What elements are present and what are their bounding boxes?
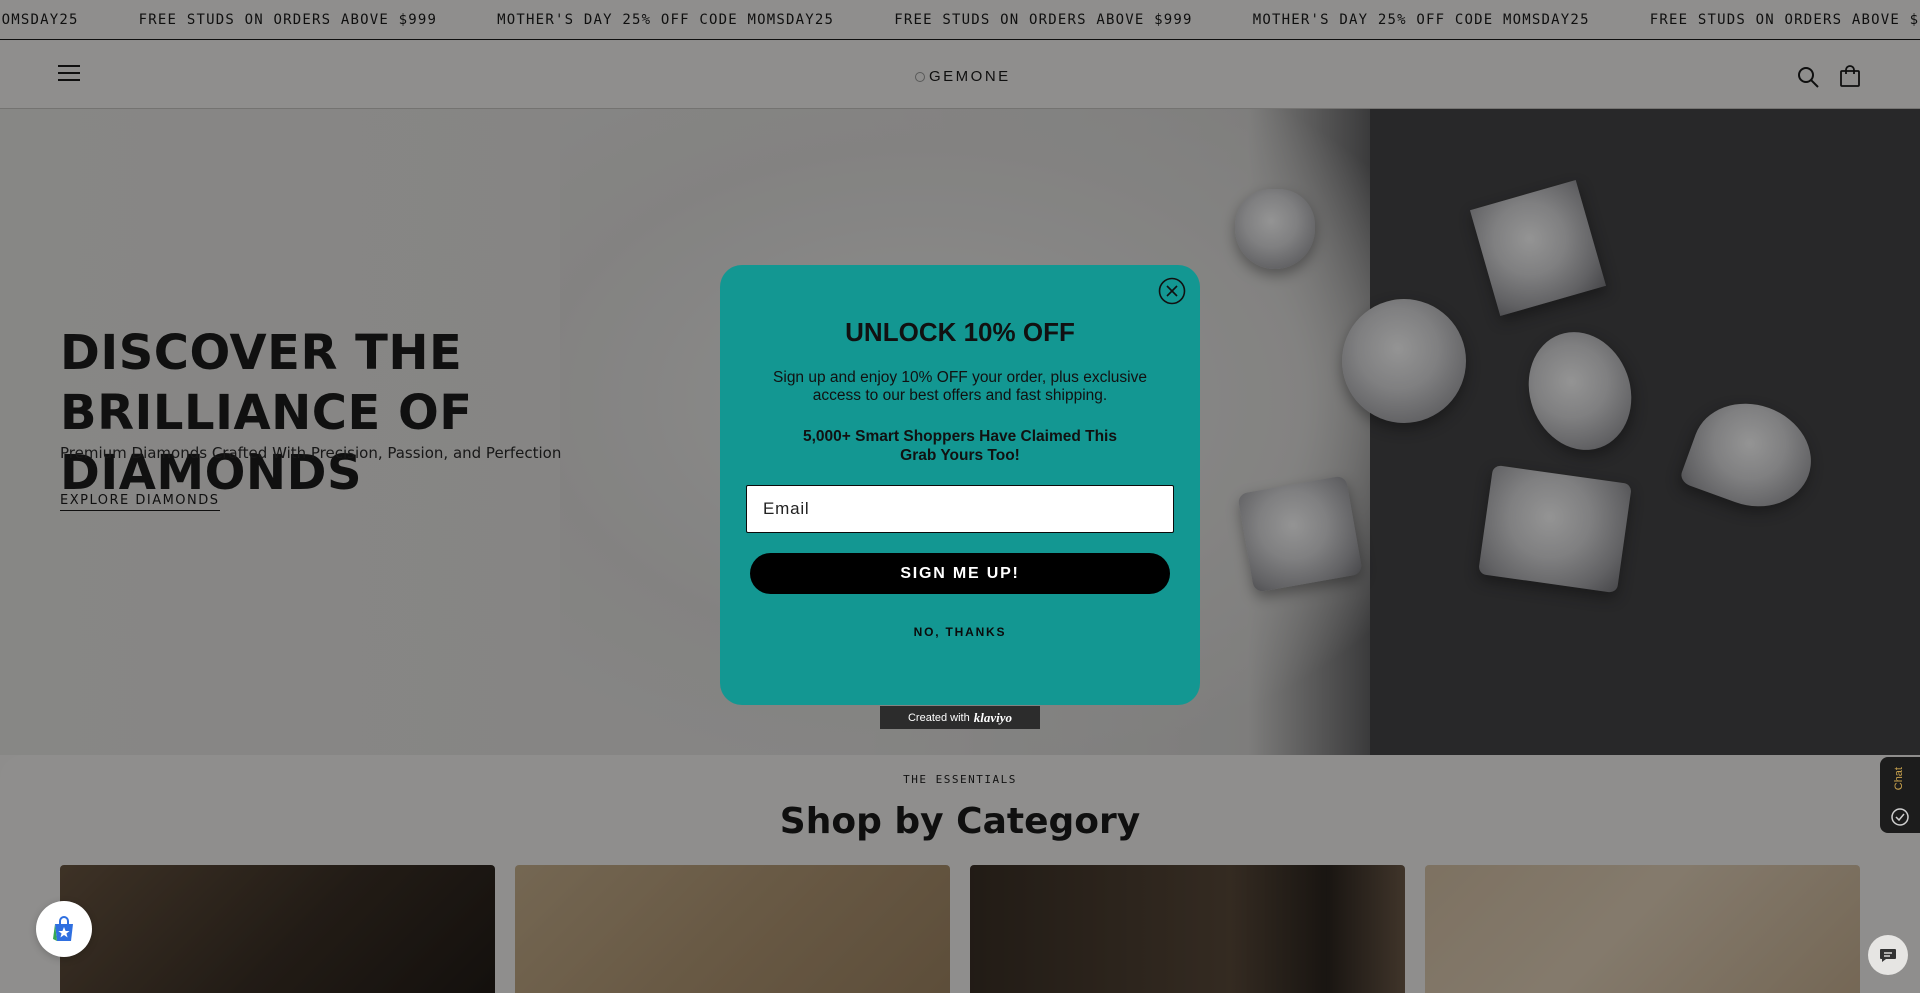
popup-claim-line-1: 5,000+ Smart Shoppers Have Claimed This [802, 428, 1117, 445]
popup-body: Sign up and enjoy 10% OFF your order, pl… [773, 369, 1147, 404]
chat-side-tab[interactable]: Chat [1880, 757, 1920, 833]
klaviyo-logo: klaviyo [973, 709, 1013, 725]
popup-claim-line-2: Grab Yours Too! [900, 447, 1020, 464]
close-popup-button[interactable] [1158, 277, 1186, 305]
popup-social-proof: 5,000+ Smart Shoppers Have Claimed This … [780, 427, 1140, 465]
shop-app-button[interactable] [36, 901, 92, 957]
email-field[interactable] [746, 485, 1174, 533]
klaviyo-badge[interactable]: Created with klaviyo [880, 706, 1040, 729]
chat-tab-label: Chat [1893, 767, 1905, 791]
popup-title: UNLOCK 10% OFF [845, 317, 1075, 347]
shopping-bag-star-icon [53, 916, 73, 941]
klaviyo-badge-text: Created with [907, 711, 970, 724]
sign-me-up-button[interactable]: SIGN ME UP! [750, 553, 1170, 594]
signup-popup: UNLOCK 10% OFF Sign up and enjoy 10% OFF… [720, 265, 1200, 705]
chat-launcher-button[interactable] [1868, 935, 1908, 975]
chat-check-icon [1891, 808, 1909, 826]
no-thanks-button[interactable]: NO, THANKS [720, 625, 1200, 639]
close-icon [1158, 277, 1186, 305]
chat-bubble-icon [1880, 949, 1896, 962]
